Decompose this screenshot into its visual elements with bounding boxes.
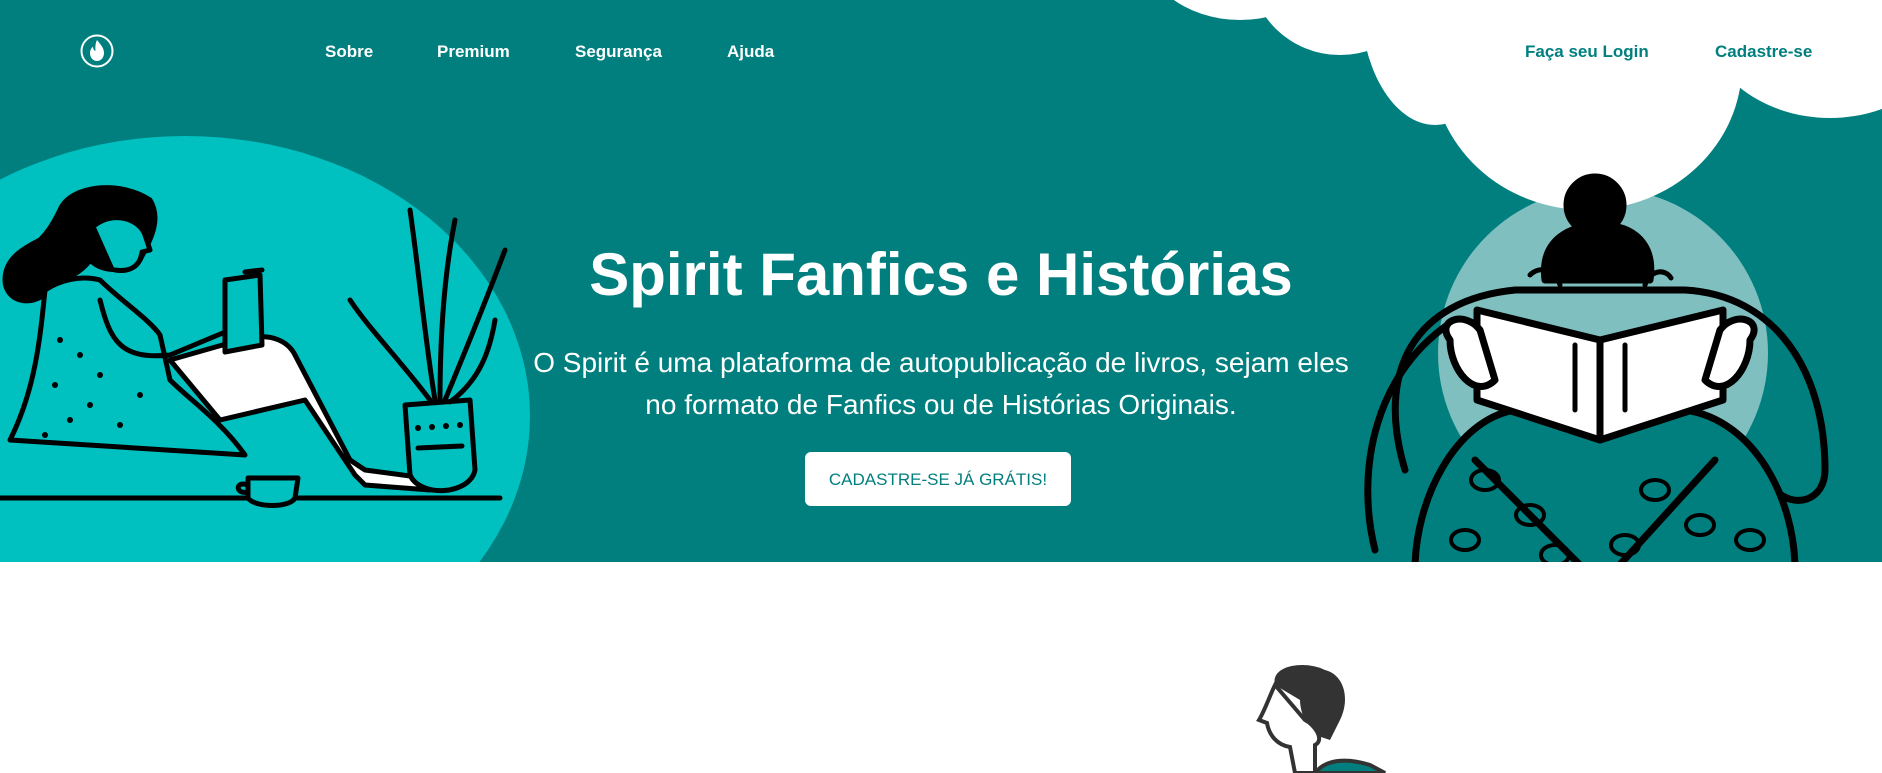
nav-link-seguranca[interactable]: Segurança [575,42,662,62]
nav-link-ajuda[interactable]: Ajuda [727,42,774,62]
hero-description: O Spirit é uma plataforma de autopublica… [533,347,1349,420]
person-reading-book-illustration [1355,170,1855,562]
person-profile-illustration [1245,665,1405,773]
hero-title: Spirit Fanfics e Histórias [589,241,1293,308]
login-link[interactable]: Faça seu Login [1525,42,1649,62]
nav-link-premium[interactable]: Premium [437,42,510,62]
flame-icon[interactable] [80,34,114,68]
signup-cta-button[interactable]: CADASTRE-SE JÁ GRÁTIS! [805,452,1071,506]
hero-section: Sobre Premium Segurança Ajuda Faça seu L… [0,0,1882,562]
signup-link[interactable]: Cadastre-se [1715,42,1812,62]
woman-reading-illustration [0,180,520,510]
nav-link-sobre[interactable]: Sobre [325,42,373,62]
